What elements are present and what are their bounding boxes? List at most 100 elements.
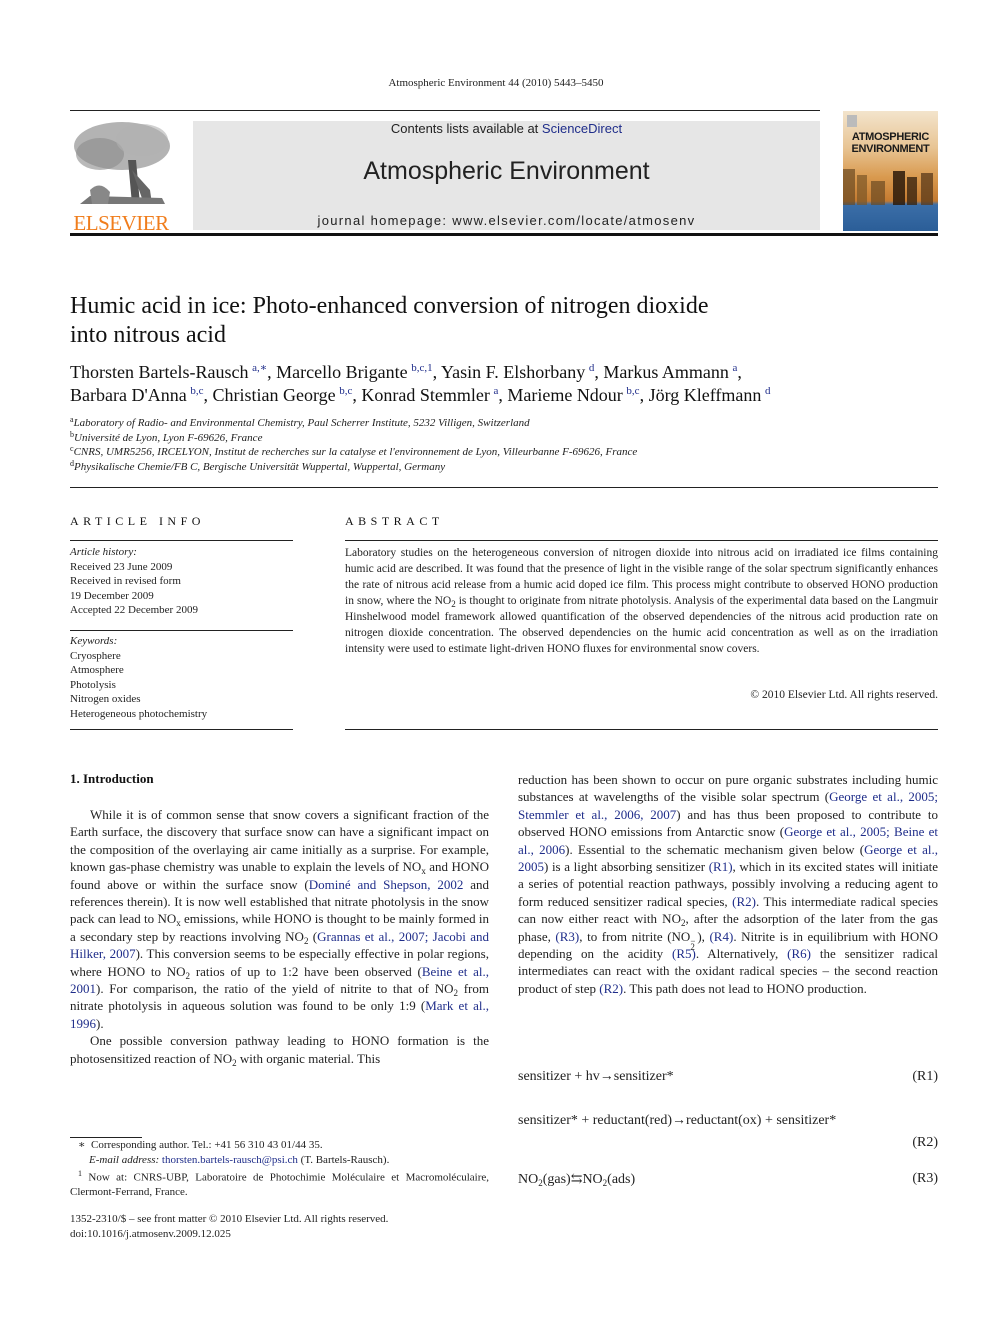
history-item: Received 23 June 2009: [70, 560, 173, 573]
text: , to from nitrite (NO: [579, 928, 691, 944]
affiliation-text: CNRS, UMR5256, IRCELYON, Institut de rec…: [73, 446, 638, 458]
history-item: 19 December 2009: [70, 589, 154, 602]
text: ratios of up to 1:2 have been observed (: [190, 963, 422, 979]
cover-title-line1: ATMOSPHERIC: [851, 131, 930, 143]
author-name[interactable]: Jörg Kleffmann: [649, 385, 762, 405]
equation-text: sensitizer + hv→sensitizer*: [518, 1069, 674, 1084]
citation-link[interactable]: Dominé and Shepson, 2002: [309, 877, 464, 892]
text: with organic material. This: [236, 1050, 381, 1066]
abstract-text: Laboratory studies on the heterogeneous …: [345, 545, 938, 657]
text: . This path does not lead to HONO produc…: [623, 980, 867, 996]
equation-link[interactable]: (R3): [555, 929, 579, 944]
author-affiliation-marker[interactable]: a,∗: [252, 362, 267, 374]
article-title: Humic acid in ice: Photo-enhanced conver…: [70, 292, 890, 350]
email-note: E-mail address: thorsten.bartels-rausch@…: [70, 1153, 489, 1168]
author-name[interactable]: Barbara D'Anna: [70, 385, 187, 405]
abstract-rule: [345, 729, 938, 730]
keywords-label: Keywords:: [70, 635, 118, 647]
text: (: [308, 928, 318, 944]
journal-cover-image[interactable]: ATMOSPHERIC ENVIRONMENT: [843, 111, 938, 231]
title-line2: into nitrous acid: [70, 322, 226, 348]
abstract-heading: ABSTRACT: [345, 514, 444, 528]
equation-link[interactable]: (R1): [709, 859, 733, 874]
journal-masthead: Contents lists available at ScienceDirec…: [193, 121, 820, 230]
body-column-left: While it is of common sense that snow co…: [70, 806, 489, 1067]
equation-label: (R1): [912, 1069, 938, 1084]
footnote-text: (T. Bartels-Rausch).: [297, 1153, 390, 1166]
article-info-heading: ARTICLE INFO: [70, 514, 205, 528]
section-rule: [70, 487, 938, 488]
author-list: Thorsten Bartels-Rausch a,∗, Marcello Br…: [70, 361, 940, 407]
history-item: Received in revised form: [70, 575, 181, 587]
text: ),: [697, 928, 710, 944]
info-rule: [70, 630, 293, 631]
author-name[interactable]: Konrad Stemmler: [361, 385, 489, 405]
header-rule: [70, 110, 820, 111]
footnotes: ∗ Corresponding author. Tel.: +41 56 310…: [70, 1138, 489, 1200]
author-affiliation-marker[interactable]: b,c: [339, 385, 352, 397]
text: ). For comparison, the ratio of the yiel…: [96, 981, 454, 997]
author-name[interactable]: Marieme Ndour: [507, 385, 622, 405]
footnote-text: Corresponding author. Tel.: +41 56 310 4…: [90, 1139, 323, 1151]
author-separator: ,: [594, 362, 604, 382]
info-rule: [70, 540, 293, 541]
author-separator: ,: [737, 362, 742, 382]
keyword-item: Photolysis: [70, 678, 116, 691]
equation-text: (ads): [607, 1172, 636, 1187]
article-history: Article history: Received 23 June 2009 R…: [70, 545, 293, 618]
equation-text: sensitizer* + reductant(red)→reductant(o…: [518, 1113, 837, 1128]
affiliation-text: Université de Lyon, Lyon F-69626, France: [74, 431, 263, 444]
affiliation-text: Laboratory of Radio- and Environmental C…: [73, 417, 530, 429]
abstract-rule: [345, 540, 938, 541]
running-head: Atmospheric Environment 44 (2010) 5443–5…: [388, 77, 604, 89]
masthead-rule: [70, 233, 938, 236]
subscript: 2: [690, 941, 695, 952]
equation-link[interactable]: (R4): [709, 929, 733, 944]
cover-title: ATMOSPHERIC ENVIRONMENT: [843, 131, 938, 155]
introduction-heading: 1. Introduction: [70, 771, 154, 786]
author-affiliation-marker[interactable]: d: [765, 385, 771, 397]
front-matter: 1352-2310/$ – see front matter © 2010 El…: [70, 1212, 489, 1241]
affiliation-item: dPhysikalische Chemie/FB C, Bergische Un…: [70, 459, 940, 475]
contents-line: Contents lists available at ScienceDirec…: [193, 121, 820, 136]
equation-r1: sensitizer + hv→sensitizer* (R1): [518, 1069, 938, 1085]
author-affiliation-marker[interactable]: b,c,1: [411, 362, 432, 374]
keywords: Keywords: Cryosphere Atmosphere Photolys…: [70, 634, 293, 721]
author-affiliation-marker[interactable]: b,c: [190, 385, 203, 397]
author-name[interactable]: Marcello Brigante: [276, 362, 407, 382]
equation-link[interactable]: (R6): [787, 946, 811, 961]
elsevier-logo[interactable]: ELSEVIER: [70, 120, 172, 235]
email-link[interactable]: thorsten.bartels-rausch@psi.ch: [162, 1154, 298, 1166]
contents-prefix: Contents lists available at: [390, 121, 542, 136]
equation-text: (gas)⇆NO: [542, 1172, 603, 1187]
footnote-mark: ∗: [78, 1139, 86, 1151]
equation-link[interactable]: (R2): [732, 894, 756, 909]
sciencedirect-link[interactable]: ScienceDirect: [542, 121, 622, 136]
footnote-1: 1 Now at: CNRS-UBP, Laboratoire de Photo…: [70, 1167, 489, 1200]
author-name[interactable]: Thorsten Bartels-Rausch: [70, 362, 248, 382]
affiliation-item: aLaboratory of Radio- and Environmental …: [70, 416, 940, 431]
equation-r3: NO2(gas)⇆NO2(ads) (R3): [518, 1171, 938, 1188]
journal-homepage-link[interactable]: journal homepage: www.elsevier.com/locat…: [193, 213, 820, 228]
author-name[interactable]: Christian George: [212, 385, 335, 405]
author-name[interactable]: Yasin F. Elshorbany: [441, 362, 585, 382]
footnote-text: Now at: CNRS-UBP, Laboratoire de Photoch…: [70, 1171, 489, 1199]
author-name[interactable]: Markus Ammann: [603, 362, 729, 382]
keyword-item: Nitrogen oxides: [70, 693, 141, 705]
issn-line: 1352-2310/$ – see front matter © 2010 El…: [70, 1213, 389, 1225]
text: . Alternatively,: [695, 946, 788, 962]
corresponding-author-note: ∗ Corresponding author. Tel.: +41 56 310…: [70, 1138, 489, 1153]
author-affiliation-marker[interactable]: b,c: [626, 385, 639, 397]
affiliation-item: cCNRS, UMR5256, IRCELYON, Institut de re…: [70, 445, 940, 460]
abstract-copyright: © 2010 Elsevier Ltd. All rights reserved…: [750, 689, 938, 701]
text: ). Essential to the schematic mechanism …: [565, 841, 865, 857]
equation-text: NO: [518, 1172, 539, 1187]
city-skyline-icon: [843, 115, 933, 205]
paragraph-continued: reduction has been shown to occur on pur…: [518, 771, 938, 997]
affiliation-item: bUniversité de Lyon, Lyon F-69626, Franc…: [70, 430, 940, 446]
email-label: E-mail address:: [89, 1153, 162, 1166]
text: ) is a light absorbing sensitizer: [544, 859, 709, 875]
author-separator: ,: [639, 385, 649, 405]
equation-link[interactable]: (R2): [599, 981, 623, 996]
doi[interactable]: doi:10.1016/j.atmosenv.2009.12.025: [70, 1227, 489, 1242]
